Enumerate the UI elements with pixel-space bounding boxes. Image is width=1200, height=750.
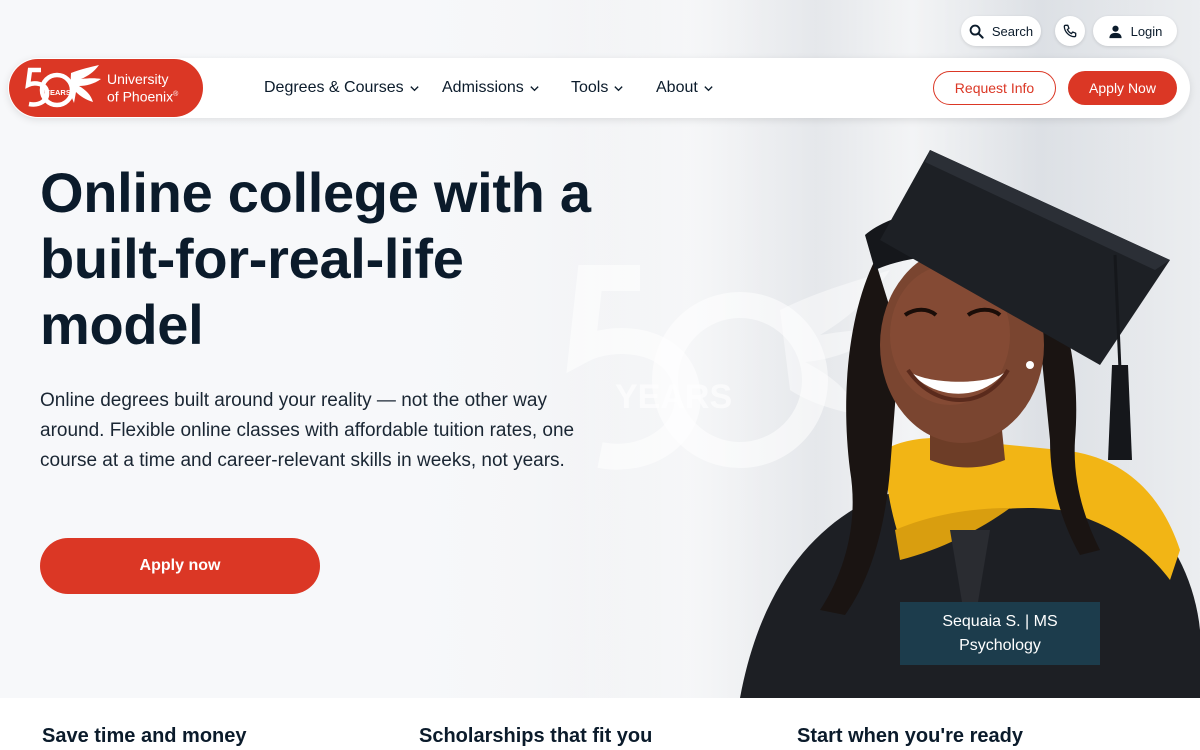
photo-caption: Sequaia S. | MS Psychology xyxy=(900,602,1100,665)
login-button[interactable]: Login xyxy=(1093,16,1177,46)
fifty-years-logo-icon: YEARS xyxy=(25,65,101,108)
chevron-down-icon xyxy=(409,85,419,91)
logo-line-1: University xyxy=(107,71,169,88)
nav-about[interactable]: About xyxy=(656,76,714,100)
caption-program: Psychology xyxy=(959,636,1041,654)
caption-name: Sequaia S. | MS xyxy=(942,612,1058,630)
main-navbar: YEARS University of Phoenix® Degrees & C… xyxy=(8,58,1190,118)
apply-now-nav-button[interactable]: Apply Now xyxy=(1068,71,1177,105)
nav-admissions[interactable]: Admissions xyxy=(442,76,540,100)
user-icon xyxy=(1109,25,1122,38)
feature-save-time: Save time and money xyxy=(42,725,247,747)
request-info-button[interactable]: Request Info xyxy=(933,71,1056,105)
logo-wordmark: University of Phoenix® xyxy=(107,71,178,105)
registered-mark: ® xyxy=(173,91,179,99)
search-button[interactable]: Search xyxy=(961,16,1041,46)
logo-badge-years: YEARS xyxy=(45,88,71,97)
feature-scholarships: Scholarships that fit you xyxy=(419,725,653,747)
chevron-down-icon xyxy=(614,85,624,91)
search-label: Search xyxy=(991,23,1034,39)
hero-title: Online college with a built-for-real-lif… xyxy=(40,161,591,356)
phone-button[interactable] xyxy=(1055,16,1085,46)
nav-tools-label: Tools xyxy=(571,79,609,96)
hero-subtitle: Online degrees built around your reality… xyxy=(40,390,575,471)
nav-degrees-courses[interactable]: Degrees & Courses xyxy=(264,76,420,100)
nav-tools[interactable]: Tools xyxy=(571,76,624,100)
nav-admissions-label: Admissions xyxy=(442,79,524,96)
chevron-down-icon xyxy=(530,85,539,91)
university-logo[interactable]: YEARS University of Phoenix® xyxy=(9,59,203,117)
nav-degrees-label: Degrees & Courses xyxy=(264,79,404,96)
feature-start-ready: Start when you're ready xyxy=(797,725,1023,747)
apply-now-hero-button[interactable]: Apply now xyxy=(40,538,320,594)
phone-icon xyxy=(1063,24,1077,38)
login-label: Login xyxy=(1130,23,1163,39)
chevron-down-icon xyxy=(704,85,713,91)
search-icon xyxy=(969,24,984,39)
logo-line-2: of Phoenix xyxy=(107,88,174,105)
nav-about-label: About xyxy=(656,79,698,96)
